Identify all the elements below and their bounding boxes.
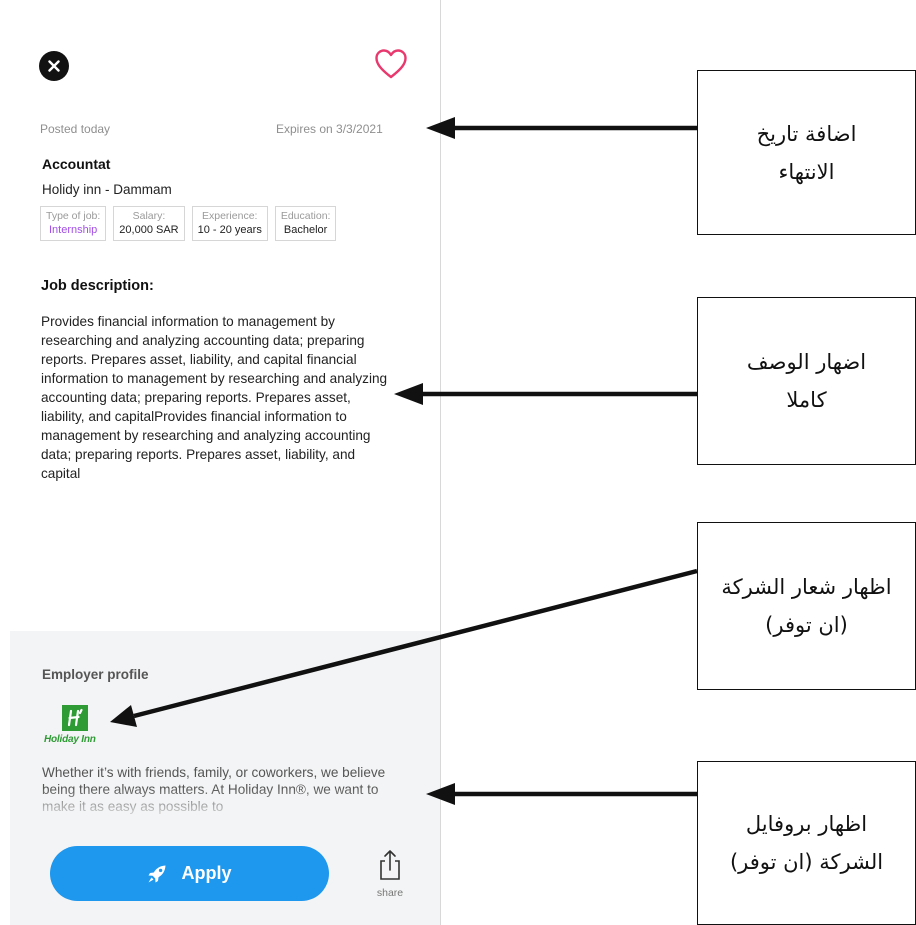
annotation-company-logo: اظهار شعار الشركة (ان توفر) — [697, 522, 916, 690]
apply-button[interactable]: Apply — [50, 846, 329, 901]
job-detail-screen: Posted today Expires on 3/3/2021 Account… — [0, 0, 440, 925]
chip-experience: Experience: 10 - 20 years — [191, 206, 268, 241]
rocket-icon — [148, 865, 166, 882]
annotation-full-description: اضهار الوصف كاملا — [697, 297, 916, 465]
annotation-text: اضافة تاريخ الانتهاء — [756, 121, 857, 184]
chip-label: Education: — [280, 210, 331, 222]
company-logo-wordmark: Holiday Inn — [44, 734, 96, 745]
screen-divider — [440, 0, 441, 925]
chip-value: 20,000 SAR — [119, 224, 179, 236]
chip-label: Experience: — [202, 210, 258, 222]
company-location: Holidy inn - Dammam — [42, 182, 172, 197]
posted-date: Posted today — [40, 122, 111, 136]
job-attributes: Type of job: Internship Salary: 20,000 S… — [40, 206, 337, 241]
chip-education: Education: Bachelor — [274, 206, 337, 241]
annotation-company-profile: اظهار بروفايل الشركة (ان توفر) — [697, 761, 916, 925]
chip-value: 10 - 20 years — [197, 224, 262, 236]
favorite-button[interactable] — [374, 48, 408, 80]
job-description-text: Provides financial information to manage… — [41, 314, 388, 481]
chip-type-of-job: Type of job: Internship — [40, 206, 107, 241]
annotation-text: اضهار الوصف كاملا — [746, 350, 867, 412]
holiday-inn-logo-icon — [62, 705, 88, 731]
heart-icon — [375, 49, 407, 79]
share-icon — [380, 850, 400, 880]
job-title: Accountat — [42, 156, 111, 172]
apply-label: Apply — [181, 863, 232, 883]
chip-label: Type of job: — [46, 210, 101, 222]
text-fade-overlay — [10, 788, 440, 822]
chip-value: Internship — [48, 224, 98, 236]
job-description-heading: Job description: — [41, 278, 154, 294]
annotation-expiry-date: اضافة تاريخ الانتهاء — [697, 70, 916, 235]
chip-value: Bachelor — [283, 224, 328, 236]
company-logo: Holiday Inn — [44, 705, 114, 751]
employer-profile-heading: Employer profile — [42, 667, 149, 682]
annotation-text: اظهار شعار الشركة (ان توفر) — [721, 575, 892, 637]
annotation-text: اظهار بروفايل الشركة (ان توفر) — [729, 812, 884, 874]
share-label: share — [376, 887, 404, 899]
expiry-date: Expires on 3/3/2021 — [276, 122, 383, 136]
chip-salary: Salary: 20,000 SAR — [113, 206, 185, 241]
share-button[interactable]: share — [371, 849, 409, 901]
chip-label: Salary: — [132, 210, 166, 222]
close-icon — [48, 60, 60, 72]
close-button[interactable] — [39, 51, 69, 81]
